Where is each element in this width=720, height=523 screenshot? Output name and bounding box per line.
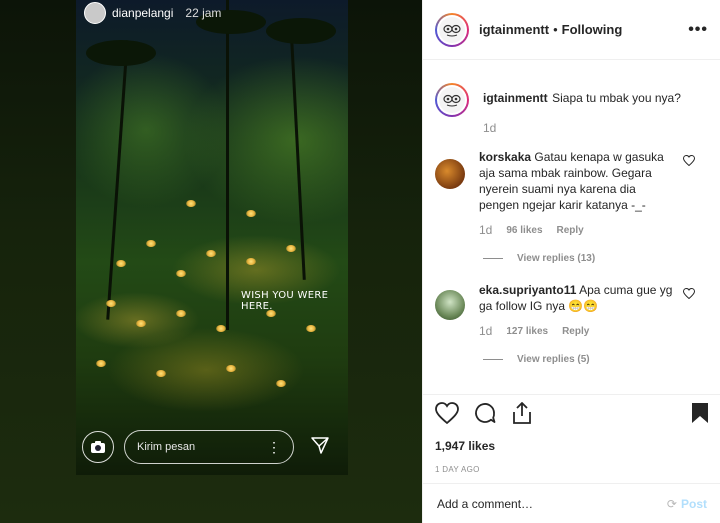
garden-light <box>276 380 286 387</box>
send-icon <box>311 436 329 454</box>
comment-avatar[interactable] <box>435 290 465 320</box>
caption-username[interactable]: igtainmentt <box>483 91 548 105</box>
comment-icon[interactable] <box>473 401 497 425</box>
comments-list[interactable]: igtainmentt Siapa tu mbak you nya? 1d ko… <box>423 61 720 394</box>
garden-light <box>206 250 216 257</box>
garden-light <box>306 325 316 332</box>
palm-trunk <box>289 20 306 280</box>
garden-light <box>156 370 166 377</box>
camera-button[interactable] <box>82 431 114 463</box>
replies-line <box>483 359 503 360</box>
avatar-inner <box>437 14 467 45</box>
share-icon[interactable] <box>511 401 533 425</box>
likes-count[interactable]: 1,947 likes <box>435 439 709 453</box>
header-username[interactable]: igtainmentt <box>479 22 549 37</box>
garden-light <box>216 325 226 332</box>
like-comment-icon[interactable] <box>683 155 695 166</box>
reply-button[interactable]: Reply <box>562 326 589 337</box>
avatar-image <box>439 87 465 113</box>
avatar-face-icon <box>443 24 461 36</box>
add-comment-input[interactable]: Add a comment… <box>437 497 533 511</box>
view-replies-button[interactable]: View replies (5) <box>483 354 720 365</box>
story-reply-bar: Kirim pesan ⋮ <box>82 428 344 466</box>
story-overlay-text: WISH YOU WERE HERE. <box>241 290 329 312</box>
following-button[interactable]: Following <box>562 22 623 37</box>
garden-light <box>246 258 256 265</box>
story-username[interactable]: dianpelangi <box>112 6 173 20</box>
loading-icon: ⟳ <box>666 496 677 511</box>
comment-avatar[interactable] <box>435 159 465 189</box>
header-avatar[interactable] <box>435 12 469 47</box>
garden-light <box>186 200 196 207</box>
post-sidebar: igtainmentt • Following ••• igtainmentt … <box>422 0 720 523</box>
comment-item: eka.supriyanto11 Apa cuma gue yg ga foll… <box>423 260 720 338</box>
post-header: igtainmentt • Following ••• <box>423 0 720 60</box>
avatar-image <box>439 16 465 43</box>
reply-button[interactable]: Reply <box>557 225 584 236</box>
caption-text: Siapa tu mbak you nya? <box>552 91 681 105</box>
post-actions: 1,947 likes 1 DAY AGO <box>423 394 720 474</box>
replies-line <box>483 258 503 259</box>
avatar-face-icon <box>443 94 461 107</box>
story-avatar[interactable] <box>84 2 106 24</box>
comment-username[interactable]: korskaka <box>479 150 531 164</box>
send-button[interactable] <box>310 435 330 460</box>
add-comment-bar: Add a comment… ⟳ Post <box>423 483 720 523</box>
post-button[interactable]: Post <box>681 497 707 511</box>
camera-icon <box>91 441 105 453</box>
palm-trunk <box>226 0 229 330</box>
garden-light <box>146 240 156 247</box>
story-image[interactable]: dianpelangi 22 jam WISH YOU WERE HERE. K… <box>76 0 348 475</box>
garden-light <box>246 210 256 217</box>
garden-light <box>106 300 116 307</box>
garden-light <box>176 310 186 317</box>
palm-crown <box>266 18 336 44</box>
message-input[interactable]: Kirim pesan ⋮ <box>124 430 294 464</box>
message-placeholder: Kirim pesan <box>137 441 196 453</box>
post-media: dianpelangi 22 jam WISH YOU WERE HERE. K… <box>0 0 422 523</box>
more-vertical-icon[interactable]: ⋮ <box>267 440 281 454</box>
view-replies-label: View replies (5) <box>517 354 590 365</box>
bookmark-icon[interactable] <box>691 402 709 424</box>
palm-trunk <box>106 40 129 320</box>
comment-age[interactable]: 1d <box>479 223 492 237</box>
garden-light <box>286 245 296 252</box>
like-comment-icon[interactable] <box>683 288 695 299</box>
comment-username[interactable]: eka.supriyanto11 <box>479 283 576 297</box>
caption: igtainmentt Siapa tu mbak you nya? 1d <box>423 61 720 135</box>
comment-item: korskaka Gatau kenapa w gasuka aja sama … <box>423 129 720 237</box>
header-separator: • <box>553 22 558 37</box>
comment-likes[interactable]: 127 likes <box>506 326 548 337</box>
garden-light <box>176 270 186 277</box>
story-time: 22 jam <box>185 6 222 20</box>
avatar-inner <box>437 85 467 115</box>
garden-light <box>96 360 106 367</box>
story-header: dianpelangi 22 jam <box>84 2 221 24</box>
comment-age[interactable]: 1d <box>479 324 492 338</box>
garden-light <box>226 365 236 372</box>
post-date[interactable]: 1 DAY AGO <box>435 465 709 474</box>
garden-light <box>116 260 126 267</box>
more-options-button[interactable]: ••• <box>688 21 708 39</box>
palm-crown <box>86 40 156 66</box>
caption-avatar[interactable] <box>435 83 469 117</box>
like-icon[interactable] <box>435 402 459 424</box>
garden-light <box>136 320 146 327</box>
comment-likes[interactable]: 96 likes <box>506 225 542 236</box>
